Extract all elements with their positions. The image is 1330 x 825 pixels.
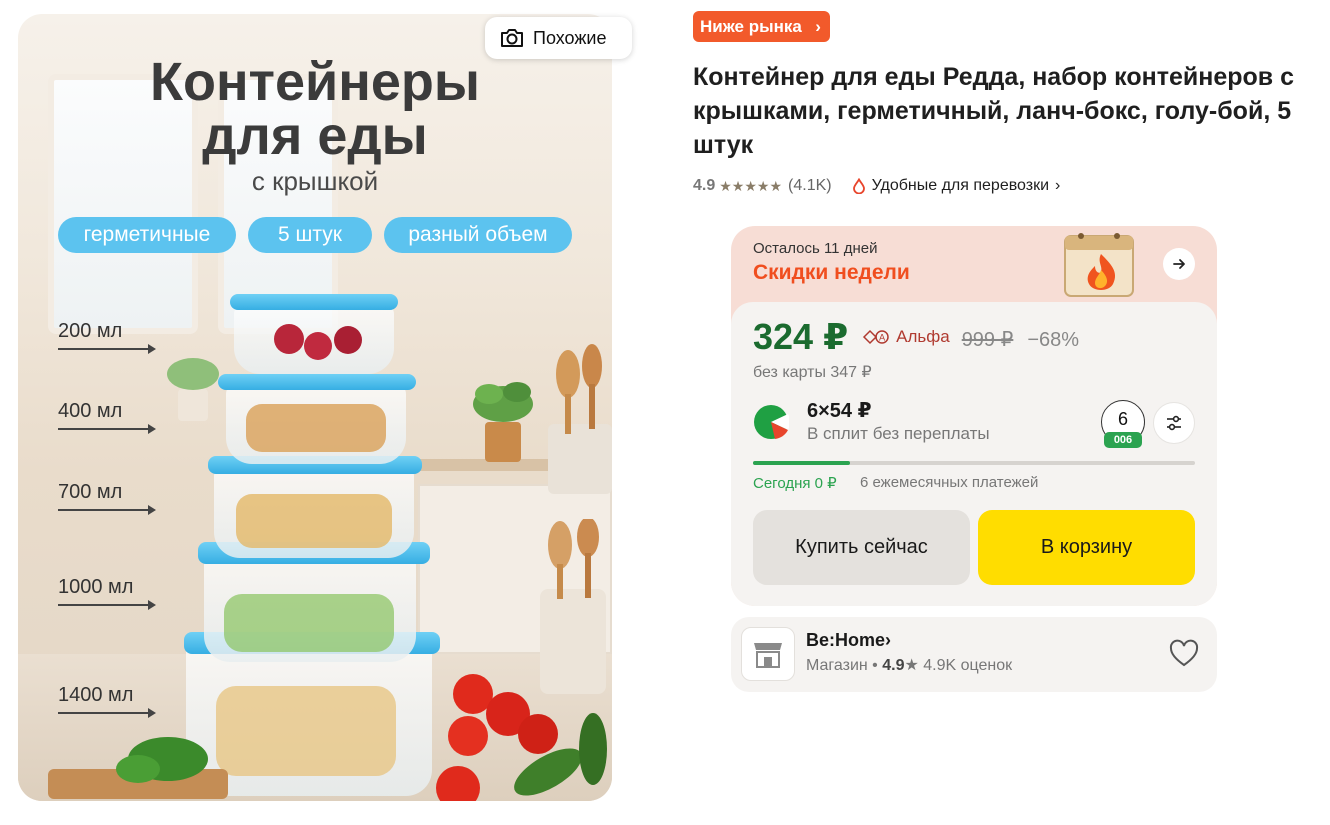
drop-icon <box>852 178 865 194</box>
volume-label: 700 мл <box>58 481 123 503</box>
svg-text:A: A <box>879 334 886 344</box>
container-lid <box>218 374 416 390</box>
rating-stars: ★★★★★ <box>719 177 783 194</box>
chevron-right-icon: › <box>815 17 821 36</box>
arrow-icon <box>58 708 156 718</box>
price-row: 324 ₽ A Альфа 999 ₽ −68% <box>753 316 1079 358</box>
vegetables-illustration <box>436 674 607 801</box>
calendar-fire-icon <box>1064 233 1134 297</box>
container-700 <box>214 466 414 558</box>
split-description: В сплит без переплаты <box>807 424 990 443</box>
week-deals-title: Скидки недели <box>753 261 910 284</box>
split-progress-bar <box>753 461 1195 465</box>
shop-reviews: 4.9K оценок <box>923 657 1013 674</box>
convenient-transport-link[interactable]: Удобные для перевозки › <box>852 177 1061 195</box>
container-1000 <box>204 554 416 662</box>
deal-arrow-button[interactable] <box>1163 248 1195 280</box>
chevron-right-icon: › <box>1055 177 1061 194</box>
rating-value: 4.9 <box>693 177 716 194</box>
image-subtitle: с крышкой <box>251 166 379 196</box>
monthly-payments: 6 ежемесячных платежей <box>860 474 1039 491</box>
arrow-right-icon <box>1173 259 1185 269</box>
utensils-illustration <box>548 344 612 494</box>
today-payment: Сегодня 0 ₽ <box>753 475 837 492</box>
alfa-card-icon: A <box>863 329 889 345</box>
arrow-icon <box>58 505 156 515</box>
shop-card[interactable]: Be:Home› Магазин • 4.9★ 4.9K оценок <box>731 617 1217 692</box>
chevron-right-icon: › <box>885 630 892 650</box>
image-title: Контейнеры <box>150 52 480 112</box>
camera-icon <box>501 29 523 47</box>
split-progress-fill <box>753 461 851 465</box>
container-400 <box>226 384 406 464</box>
below-market-label: Ниже рынка <box>700 17 802 36</box>
heart-icon[interactable] <box>1168 638 1200 670</box>
arrow-icon <box>58 344 156 354</box>
feature-pill: 5 штук <box>248 217 372 253</box>
volume-label: 400 мл <box>58 400 123 422</box>
store-icon <box>754 643 782 668</box>
split-months: 6 <box>1117 409 1128 429</box>
buy-now-button[interactable]: Купить сейчас <box>753 510 970 585</box>
similar-label: Похожие <box>533 27 607 48</box>
shop-name-link[interactable]: Be:Home› <box>806 630 891 651</box>
similar-button[interactable]: Похожие <box>485 17 632 59</box>
herbs-illustration <box>48 737 228 799</box>
separator: • <box>872 657 878 674</box>
current-price: 324 ₽ <box>753 316 849 357</box>
add-to-cart-button[interactable]: В корзину <box>978 510 1195 585</box>
deal-card: Осталось 11 дней Скидки недели 324 ₽ A А… <box>731 226 1217 606</box>
split-icon <box>754 405 789 439</box>
price-panel: 324 ₽ A Альфа 999 ₽ −68% без карты 347 ₽… <box>731 302 1217 606</box>
feature-pill: разный объем <box>384 217 572 253</box>
convenient-label: Удобные для перевозки <box>871 177 1050 194</box>
arrow-icon <box>58 424 156 434</box>
volume-label: 200 мл <box>58 320 123 342</box>
below-market-badge[interactable]: Ниже рынка › <box>693 11 830 42</box>
container-lid <box>230 294 398 310</box>
volume-label: 1400 мл <box>58 684 134 706</box>
star-icon: ★ <box>904 657 919 674</box>
feature-pill: герметичные <box>58 217 236 253</box>
old-price: 999 ₽ <box>961 329 1014 351</box>
discount-percent: −68% <box>1027 329 1080 351</box>
image-title: для еды <box>202 106 428 166</box>
rating-row: 4.9 ★★★★★ (4.1K) Удобные для перевозки › <box>693 175 1060 197</box>
sliders-icon <box>1167 415 1181 431</box>
product-image[interactable]: Контейнеры для еды с крышкой герметичные… <box>18 14 612 801</box>
split-months-tag: 006 <box>1104 432 1142 448</box>
volume-label: 1000 мл <box>58 576 134 598</box>
plant-illustration <box>473 382 533 462</box>
alfa-badge[interactable]: A Альфа <box>862 327 950 347</box>
shop-name: Be:Home <box>806 630 886 650</box>
split-settings-button[interactable] <box>1153 402 1195 444</box>
shop-type: Магазин <box>806 657 868 674</box>
price-without-card: без карты 347 ₽ <box>753 364 872 381</box>
reviews-count-link[interactable]: (4.1K) <box>788 177 832 195</box>
container-200 <box>234 304 394 374</box>
alfa-label: Альфа <box>896 327 950 346</box>
shop-meta: Магазин • 4.9★ 4.9K оценок <box>806 655 1012 675</box>
shop-rating: 4.9 <box>882 657 905 674</box>
split-months-selector[interactable]: 6 006 <box>1101 400 1145 448</box>
shop-logo <box>741 627 795 681</box>
product-title: Контейнер для еды Редда, набор контейнер… <box>693 63 1294 159</box>
arrow-icon <box>58 600 156 610</box>
split-amount: 6×54 ₽ <box>807 400 872 422</box>
days-remaining: Осталось 11 дней <box>753 240 878 257</box>
deal-header[interactable]: Осталось 11 дней Скидки недели <box>753 240 910 285</box>
